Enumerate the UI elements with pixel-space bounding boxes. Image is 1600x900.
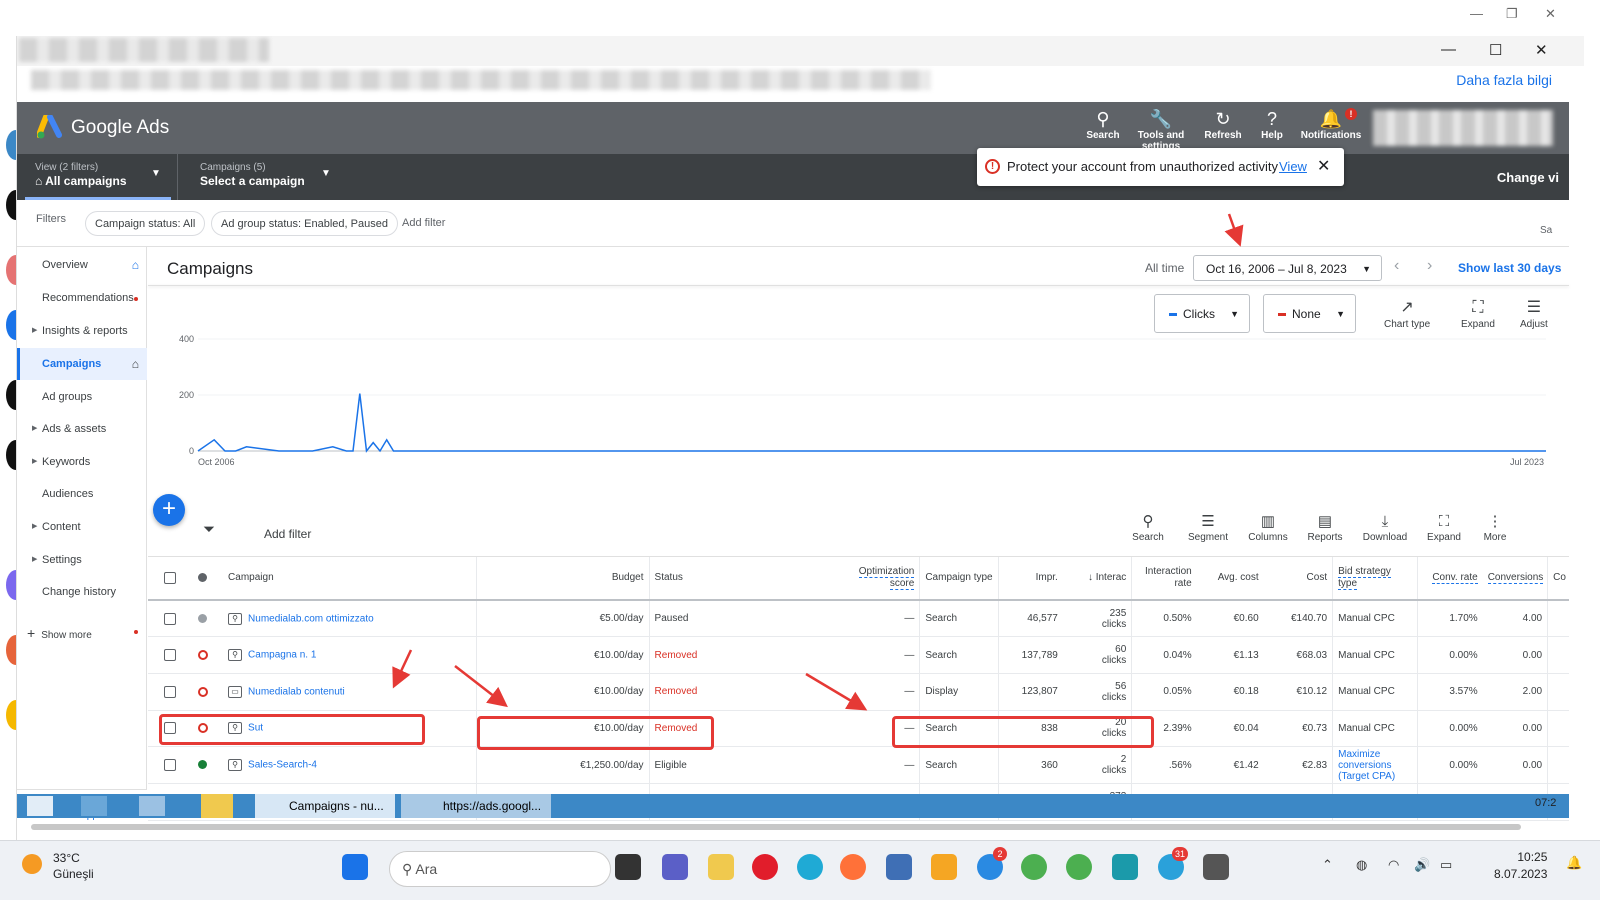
chevron-up-icon[interactable]: ⌃ [1322, 857, 1333, 873]
outer-titlebar: — ❐ ✕ [0, 0, 1600, 30]
notification-center-icon[interactable]: 🔔 [1566, 855, 1582, 871]
volume-icon[interactable]: 🔊 [1414, 857, 1430, 873]
telegram-badge: 31 [1172, 847, 1188, 861]
taskbar-search[interactable]: ⚲ Ara [389, 851, 611, 887]
chrome-icon[interactable] [1021, 854, 1047, 880]
weather-desc: Güneşli [53, 867, 94, 881]
firefox-icon[interactable] [840, 854, 866, 880]
windows-start-icon[interactable] [342, 854, 368, 880]
sun-icon[interactable] [22, 854, 42, 874]
clapper-icon[interactable] [1203, 854, 1229, 880]
task-view-icon[interactable] [615, 854, 641, 880]
desktop-strip [0, 30, 26, 840]
restore-icon[interactable]: ❐ [1506, 6, 1518, 22]
weather-temp: 33°C [53, 851, 80, 865]
search-icon: ⚲ [402, 861, 416, 877]
sublime-icon[interactable] [931, 854, 957, 880]
edge-icon[interactable] [797, 854, 823, 880]
wifi-icon[interactable]: ◠ [1388, 857, 1399, 873]
skype-badge: 2 [993, 847, 1007, 861]
minimize-icon[interactable]: — [1470, 6, 1483, 21]
windows-taskbar: 33°C Güneşli ⚲ Ara 2 31 ⌃ ◍ ◠ 🔊 ▭ 10:25 … [0, 840, 1600, 900]
battery-icon[interactable]: ▭ [1440, 857, 1452, 873]
system-clock[interactable]: 10:25 8.07.2023 [1494, 849, 1547, 883]
file-explorer-icon[interactable] [708, 854, 734, 880]
opera-icon[interactable] [752, 854, 778, 880]
remote-desktop-icon[interactable] [886, 854, 912, 880]
browser-window: — ☐ ✕ Daha fazla bilgi Google Ads ⚲ Sear… [16, 36, 1584, 840]
chrome-icon[interactable] [1066, 854, 1092, 880]
network-icon[interactable]: ◍ [1356, 857, 1367, 873]
annotation-arrows [392, 213, 1244, 711]
app-icon[interactable] [1112, 854, 1138, 880]
chat-icon[interactable] [662, 854, 688, 880]
close-icon[interactable]: ✕ [1545, 6, 1556, 22]
